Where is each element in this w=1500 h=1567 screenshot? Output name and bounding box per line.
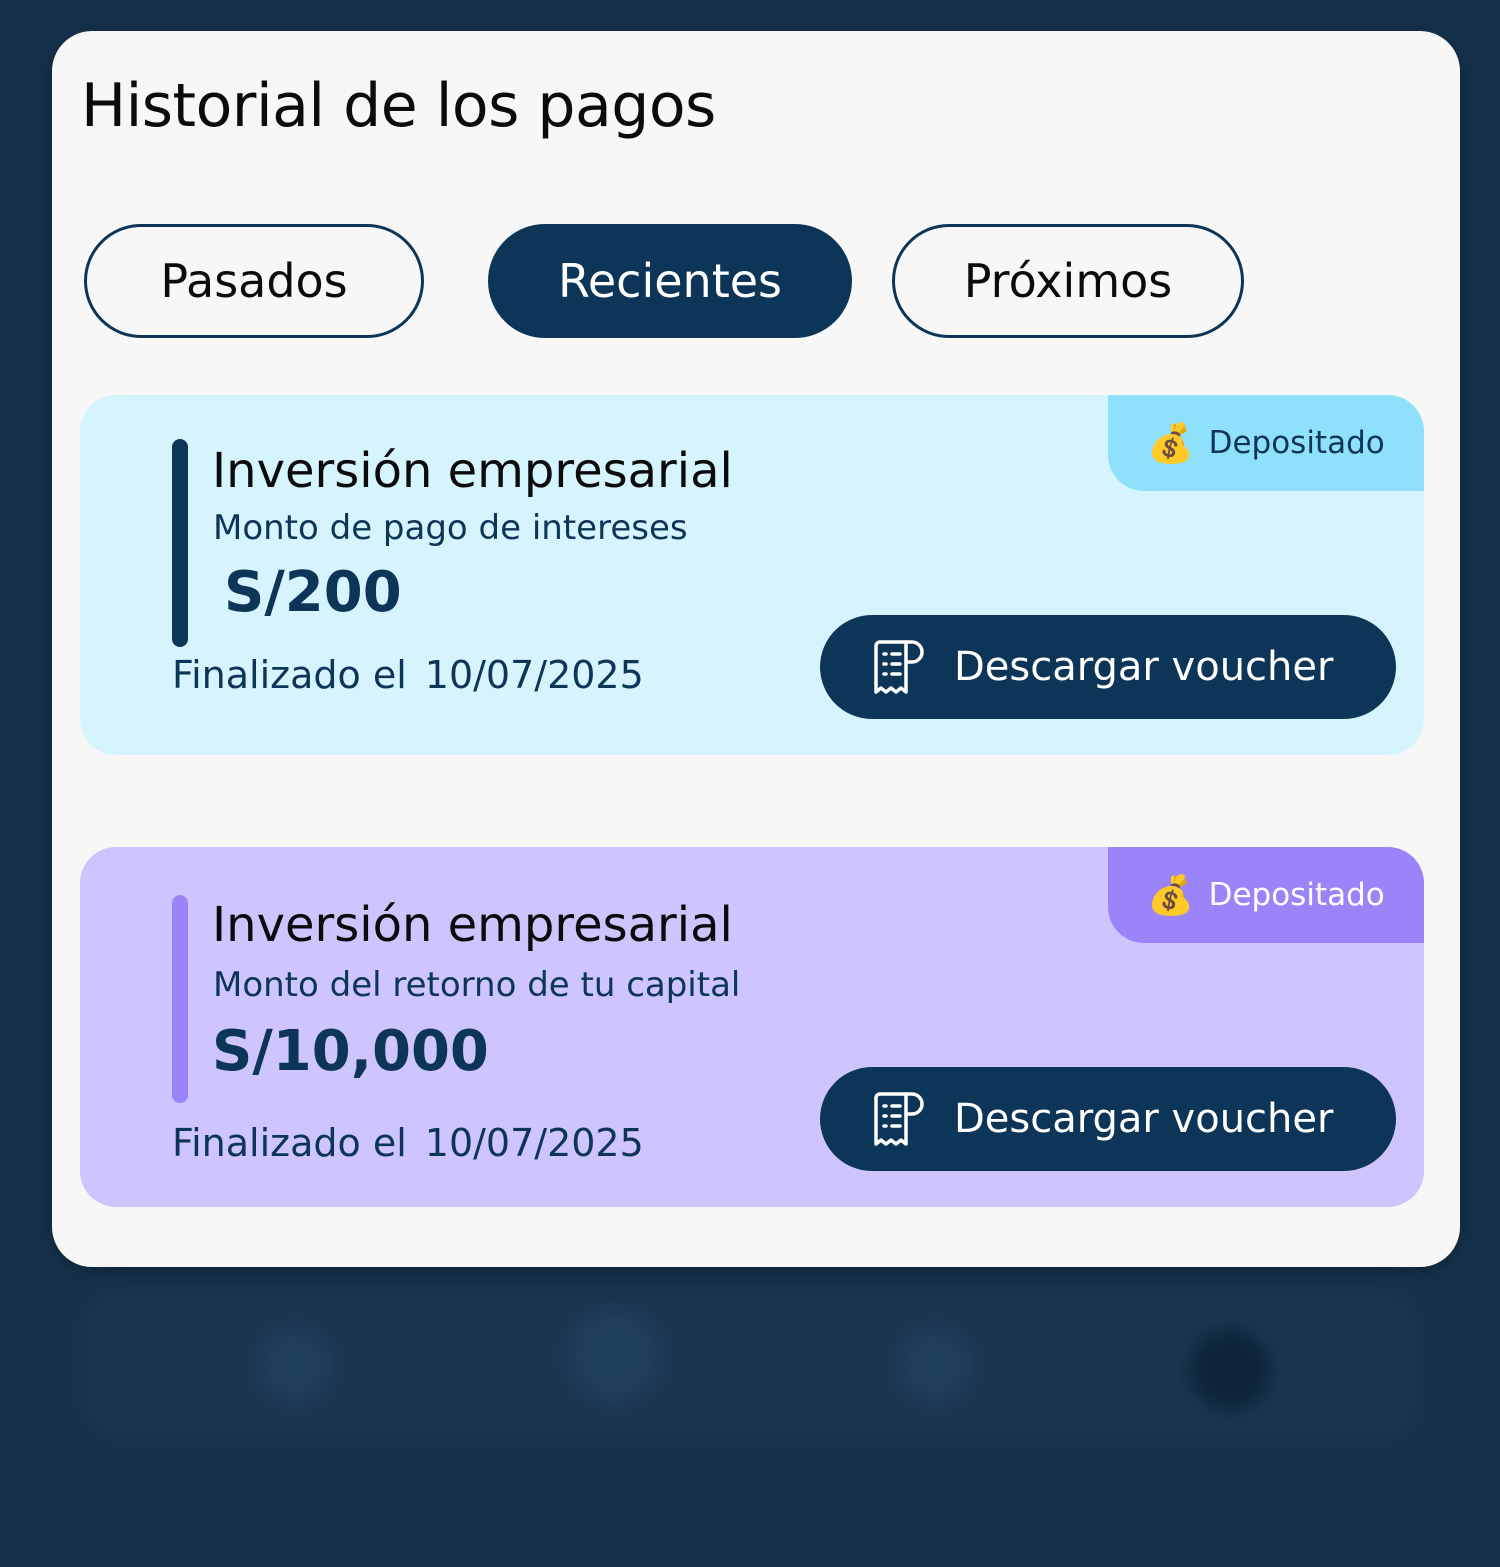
bottom-nav (80, 1290, 1420, 1440)
investment-title: Inversión empresarial (212, 897, 733, 953)
date-value: 10/07/2025 (424, 1121, 644, 1165)
page-title: Historial de los pagos (81, 71, 716, 141)
finalized-date: Finalizado el 10/07/2025 (172, 653, 644, 697)
accent-bar (172, 439, 188, 647)
tab-proximos[interactable]: Próximos (892, 224, 1244, 338)
payment-amount: S/200 (224, 560, 402, 625)
tab-pasados[interactable]: Pasados (84, 224, 424, 338)
finalized-label: Finalizado el (172, 1121, 407, 1165)
download-voucher-button[interactable]: Descargar voucher (820, 1067, 1396, 1171)
investment-title: Inversión empresarial (212, 443, 733, 499)
payment-amount: S/10,000 (212, 1019, 489, 1084)
payment-subtitle: Monto de pago de intereses (213, 508, 688, 548)
payment-history-modal: Historial de los pagos Pasados Recientes… (52, 31, 1460, 1267)
tab-recientes[interactable]: Recientes (488, 224, 852, 338)
download-voucher-button[interactable]: Descargar voucher (820, 615, 1396, 719)
payment-card: 💰 Depositado Inversión empresarial Monto… (80, 847, 1424, 1207)
status-label: Depositado (1208, 425, 1385, 461)
status-label: Depositado (1208, 877, 1385, 913)
finalized-date: Finalizado el 10/07/2025 (172, 1121, 644, 1165)
payment-subtitle: Monto del retorno de tu capital (213, 965, 741, 1005)
nav-item-home-icon (260, 1330, 330, 1400)
finalized-label: Finalizado el (172, 653, 407, 697)
download-voucher-label: Descargar voucher (954, 1096, 1334, 1142)
nav-item-payments-icon (570, 1310, 660, 1400)
status-badge: 💰 Depositado (1108, 847, 1424, 943)
nav-item-notifications-icon (900, 1330, 970, 1400)
nav-item-profile-icon (1190, 1330, 1270, 1410)
download-voucher-label: Descargar voucher (954, 644, 1334, 690)
receipt-icon (874, 1092, 924, 1146)
accent-bar (172, 895, 188, 1103)
money-bag-icon: 💰 (1147, 421, 1195, 465)
money-bag-icon: 💰 (1147, 873, 1195, 917)
status-badge: 💰 Depositado (1108, 395, 1424, 491)
date-value: 10/07/2025 (424, 653, 644, 697)
payment-card: 💰 Depositado Inversión empresarial Monto… (80, 395, 1424, 755)
receipt-icon (874, 640, 924, 694)
